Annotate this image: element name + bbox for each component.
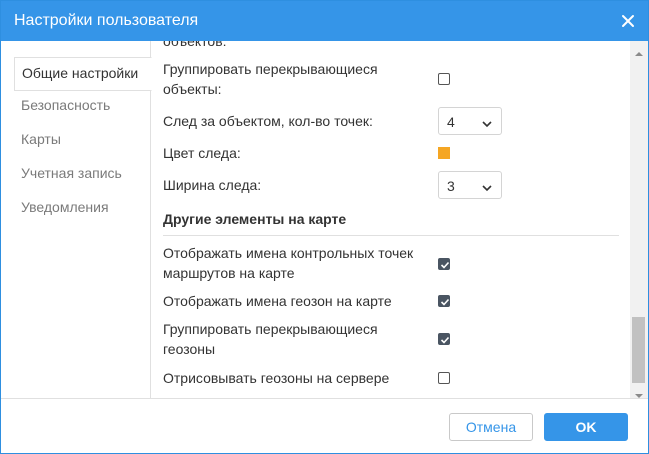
dialog-titlebar: Настройки пользователя <box>1 1 648 41</box>
ok-button[interactable]: OK <box>544 413 628 441</box>
group-objects-checkbox[interactable] <box>438 73 450 85</box>
trail-points-label: След за объектом, кол-во точек: <box>163 113 373 129</box>
trail-points-value: 4 <box>447 114 455 130</box>
trail-width-label: Ширина следа: <box>163 177 262 193</box>
render-geofences-label: Отрисовывать геозоны на сервере <box>163 370 390 386</box>
trail-color-swatch[interactable] <box>438 147 450 159</box>
geofence-names-checkbox[interactable] <box>438 295 450 307</box>
chevron-down-icon <box>481 180 493 196</box>
geofence-names-label: Отображать имена геозон на карте <box>163 293 392 309</box>
scroll-up-arrow-icon[interactable] <box>633 45 645 61</box>
cut-off-label: объектов: <box>163 41 227 49</box>
content-scrollbar[interactable] <box>630 41 648 398</box>
close-icon[interactable] <box>619 12 637 30</box>
route-names-label-line2: маршрутов на карте <box>163 265 295 281</box>
dialog-footer: Отмена OK <box>1 398 648 453</box>
route-names-checkbox[interactable] <box>438 258 450 270</box>
sidebar-item-notifications[interactable]: Уведомления <box>21 199 109 215</box>
cancel-button[interactable]: Отмена <box>449 413 533 441</box>
group-objects-label-line1: Группировать перекрывающиеся <box>163 61 378 77</box>
render-geofences-checkbox[interactable] <box>438 372 450 384</box>
sidebar-item-maps[interactable]: Карты <box>21 131 61 147</box>
scrollbar-thumb[interactable] <box>632 317 645 383</box>
trail-color-label: Цвет следа: <box>163 145 241 161</box>
group-geofences-label-line1: Группировать перекрывающиеся <box>163 321 378 337</box>
sidebar-item-general[interactable]: Общие настройки <box>14 57 152 91</box>
section-title-map-elements: Другие элементы на карте <box>163 211 347 227</box>
trail-width-select[interactable]: 3 <box>438 171 502 199</box>
trail-points-select[interactable]: 4 <box>438 107 502 135</box>
dialog-title: Настройки пользователя <box>14 12 199 29</box>
settings-sidebar: Общие настройки Безопасность Карты Учетн… <box>1 41 152 398</box>
chevron-down-icon <box>481 116 493 132</box>
trail-width-value: 3 <box>447 178 455 194</box>
group-geofences-checkbox[interactable] <box>438 333 450 345</box>
group-objects-label-line2: объекты: <box>163 81 222 97</box>
section-divider <box>163 235 619 236</box>
group-geofences-label-line2: геозоны <box>163 341 216 357</box>
user-settings-dialog: Настройки пользователя Общие настройки Б… <box>0 0 649 454</box>
settings-content: объектов: Группировать перекрывающиеся о… <box>152 41 630 398</box>
sidebar-item-security[interactable]: Безопасность <box>21 97 110 113</box>
sidebar-item-account[interactable]: Учетная запись <box>21 165 122 181</box>
route-names-label-line1: Отображать имена контрольных точек <box>163 245 414 261</box>
